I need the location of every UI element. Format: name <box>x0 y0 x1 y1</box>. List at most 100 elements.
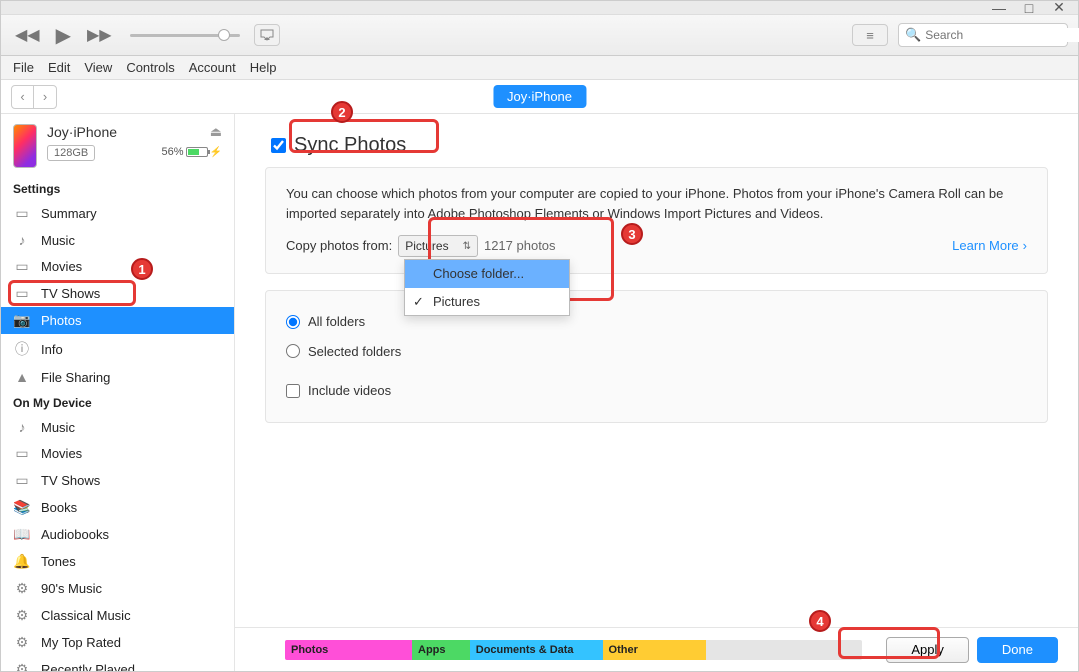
airplay-button[interactable] <box>254 24 280 46</box>
sidebar-settings-item-icon: ⓘ <box>13 339 31 359</box>
capacity-docs: Documents & Data <box>470 640 603 660</box>
sidebar-settings-item-file-sharing[interactable]: ▲File Sharing <box>1 364 234 390</box>
sidebar-device-item-icon: ▭ <box>13 472 31 489</box>
copy-from-label: Copy photos from: <box>286 236 392 256</box>
volume-slider[interactable] <box>130 34 240 37</box>
battery-indicator: 56% ⚡ <box>162 146 222 158</box>
sidebar-device-item-tones[interactable]: 🔔Tones <box>1 548 234 575</box>
folder-options-panel: All folders Selected folders Include vid… <box>265 290 1048 423</box>
sidebar-settings-item-movies[interactable]: ▭Movies <box>1 253 234 280</box>
sidebar-settings-item-music[interactable]: ♪ Music <box>1 227 234 253</box>
storage-badge: 128GB <box>47 145 95 161</box>
capacity-photos: Photos <box>285 640 412 660</box>
maximize-button[interactable]: □ <box>1020 0 1038 16</box>
device-name: Joy·iPhone <box>47 124 152 140</box>
learn-more-link[interactable]: Learn More› <box>952 236 1027 256</box>
nav-back-button[interactable]: ‹ <box>12 86 34 108</box>
done-button[interactable]: Done <box>977 637 1058 663</box>
include-videos-checkbox[interactable]: Include videos <box>286 376 1027 406</box>
sidebar-settings-item-summary[interactable]: ▭ Summary <box>1 200 234 227</box>
prev-track-button[interactable]: ◀◀ <box>11 23 44 47</box>
sidebar-device-item-music[interactable]: ♪ Music <box>1 414 234 440</box>
nav-forward-button[interactable]: › <box>34 86 56 108</box>
dropdown-choose-folder[interactable]: Choose folder... <box>405 260 569 288</box>
sidebar-device-item-tv-shows[interactable]: ▭ TV Shows <box>1 467 234 494</box>
all-folders-radio[interactable]: All folders <box>286 307 1027 337</box>
sidebar-device-item-icon: 📖 <box>13 526 31 543</box>
search-field[interactable]: 🔍 <box>898 23 1068 47</box>
minimize-button[interactable]: — <box>990 0 1008 16</box>
menu-controls[interactable]: Controls <box>126 60 174 75</box>
playback-toolbar: ◀◀ ▶ ▶▶ ≡ 🔍 <box>1 15 1078 56</box>
sidebar-device-item-icon: ⚙ <box>13 607 31 624</box>
capacity-other: Other <box>603 640 707 660</box>
device-tab[interactable]: Joy·iPhone <box>493 85 586 108</box>
footer-bar: Photos Apps Documents & Data Other Apply… <box>235 627 1078 671</box>
sidebar-settings-item-icon: ♪ <box>13 232 31 248</box>
sidebar-device-item-label: Audiobooks <box>41 527 109 542</box>
close-button[interactable]: ✕ <box>1050 0 1068 16</box>
sidebar-device-item-recently-played[interactable]: ⚙ Recently Played <box>1 656 234 671</box>
capacity-free <box>706 640 862 660</box>
sync-description-text: You can choose which photos from your co… <box>286 184 1027 223</box>
menu-edit[interactable]: Edit <box>48 60 70 75</box>
list-view-button[interactable]: ≡ <box>852 24 888 46</box>
eject-icon[interactable]: ⏏ <box>210 124 222 140</box>
sidebar-device-item-icon: 📚 <box>13 499 31 516</box>
sidebar-device-item-label: TV Shows <box>41 473 100 488</box>
sidebar-settings-item-label: Movies <box>41 259 82 274</box>
sidebar-settings-item-icon: ▭ <box>13 285 31 302</box>
source-dropdown-menu: Choose folder... ✓Pictures <box>404 259 570 316</box>
sidebar-settings-item-label: Summary <box>41 206 97 221</box>
content-pane: Sync Photos You can choose which photos … <box>235 114 1078 671</box>
sidebar-device-item-icon: ⚙ <box>13 661 31 671</box>
sidebar-settings-item-label: File Sharing <box>41 370 110 385</box>
sidebar-settings-item-info[interactable]: ⓘ Info <box>1 334 234 364</box>
menu-help[interactable]: Help <box>250 60 277 75</box>
sidebar-device-item-movies[interactable]: ▭ Movies <box>1 440 234 467</box>
sidebar-settings-item-icon: 📷 <box>13 312 31 329</box>
magnifier-icon: 🔍 <box>905 27 921 43</box>
sidebar-settings-item-label: Photos <box>41 313 81 328</box>
sidebar-device-item-books[interactable]: 📚 Books <box>1 494 234 521</box>
apply-button[interactable]: Apply <box>886 637 969 663</box>
search-input[interactable] <box>925 28 1079 42</box>
next-track-button[interactable]: ▶▶ <box>83 23 116 47</box>
menu-view[interactable]: View <box>84 60 112 75</box>
sidebar-device-item-90-s-music[interactable]: ⚙90's Music <box>1 575 234 602</box>
sidebar-device-item-label: Books <box>41 500 77 515</box>
menu-file[interactable]: File <box>13 60 34 75</box>
sidebar-settings-item-photos[interactable]: 📷 Photos <box>1 307 234 334</box>
sidebar-settings-item-label: Info <box>41 342 63 357</box>
sync-photos-checkbox[interactable] <box>271 138 286 153</box>
sidebar-device-item-classical-music[interactable]: ⚙ Classical Music <box>1 602 234 629</box>
sidebar-device-item-label: Recently Played <box>41 662 135 671</box>
sidebar-device-item-label: Music <box>41 420 75 435</box>
selected-folders-radio[interactable]: Selected folders <box>286 337 1027 367</box>
window-titlebar: — □ ✕ <box>1 1 1078 15</box>
menu-account[interactable]: Account <box>189 60 236 75</box>
sidebar-device-item-audiobooks[interactable]: 📖 Audiobooks <box>1 521 234 548</box>
source-dropdown[interactable]: Pictures⇅ <box>398 235 478 257</box>
nav-subbar: ‹ › Joy·iPhone <box>1 80 1078 114</box>
sidebar-device-item-label: Movies <box>41 446 82 461</box>
sidebar-section-on-device: On My Device <box>1 390 234 414</box>
sync-description-panel: You can choose which photos from your co… <box>265 167 1048 274</box>
sidebar-settings-item-label: Music <box>41 233 75 248</box>
sidebar-device-item-label: My Top Rated <box>41 635 121 650</box>
sidebar-settings-item-tv-shows[interactable]: ▭TV Shows <box>1 280 234 307</box>
dropdown-pictures[interactable]: ✓Pictures <box>405 288 569 316</box>
sidebar-device-item-icon: ♪ <box>13 419 31 435</box>
device-thumbnail-icon <box>13 124 37 168</box>
capacity-apps: Apps <box>412 640 470 660</box>
sidebar: Joy·iPhone 128GB ⏏ 56% ⚡ Settings ▭Summa… <box>1 114 235 671</box>
sidebar-settings-item-icon: ▭ <box>13 205 31 222</box>
sidebar-device-item-label: Classical Music <box>41 608 131 623</box>
play-button[interactable]: ▶ <box>52 21 75 50</box>
sidebar-device-item-icon: 🔔 <box>13 553 31 570</box>
sidebar-device-item-my-top-rated[interactable]: ⚙ My Top Rated <box>1 629 234 656</box>
sidebar-device-item-icon: ▭ <box>13 445 31 462</box>
sync-photos-title: Sync Photos <box>294 134 406 157</box>
sidebar-device-item-icon: ⚙ <box>13 634 31 651</box>
photo-count: 1217 photos <box>484 236 556 256</box>
